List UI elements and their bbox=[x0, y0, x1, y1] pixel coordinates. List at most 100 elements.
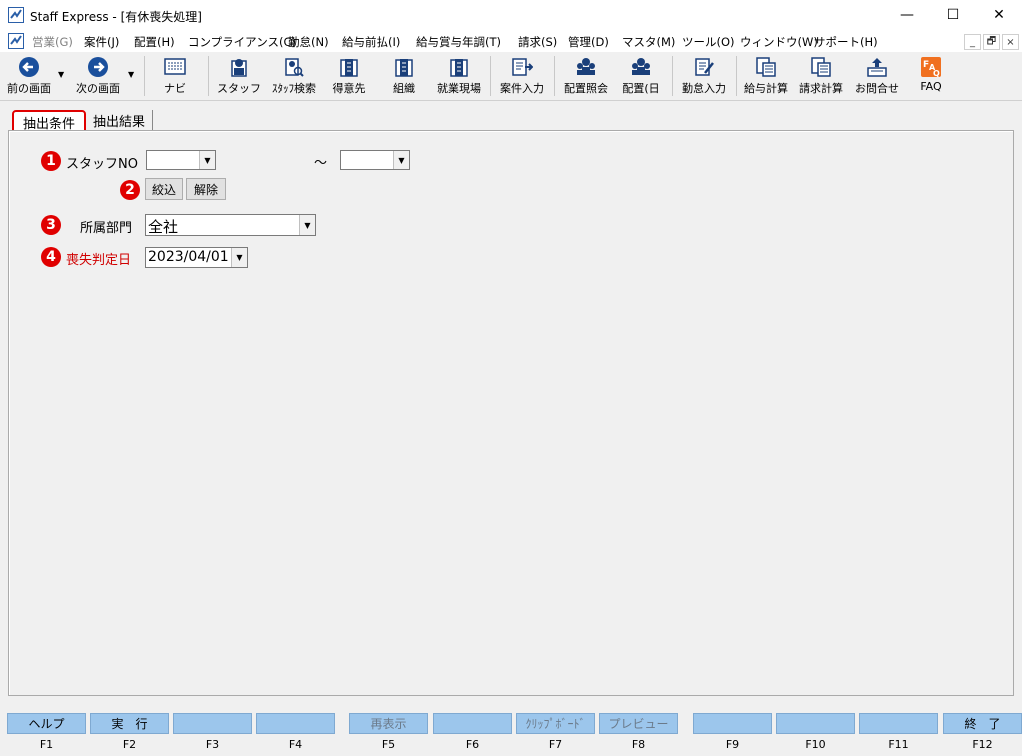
menu-window[interactable]: ウィンドウ(W) bbox=[740, 34, 818, 50]
staff-search-button[interactable]: ｽﾀｯﾌ検索 bbox=[266, 54, 322, 98]
billing-label: 請求計算 bbox=[799, 82, 843, 95]
f4-button[interactable] bbox=[256, 713, 335, 734]
f3-key-label: F3 bbox=[205, 738, 220, 751]
f8-preview-button[interactable]: プレビュー bbox=[599, 713, 678, 734]
staff-label: スタッフ bbox=[217, 82, 261, 95]
f12-exit-button[interactable]: 終 了 bbox=[943, 713, 1022, 734]
menu-project[interactable]: 案件(J) bbox=[84, 34, 119, 50]
loss-date-value: 2023/04/01 bbox=[148, 249, 229, 265]
department-select[interactable]: 全社 ▼ bbox=[145, 214, 316, 236]
client-icon bbox=[338, 57, 360, 77]
placement-inquiry-icon bbox=[575, 57, 597, 77]
mdi-close-button[interactable]: × bbox=[1002, 34, 1019, 50]
staff-no-from-select[interactable]: ▼ bbox=[146, 150, 216, 170]
chevron-down-icon[interactable]: ▼ bbox=[199, 151, 215, 169]
menu-master[interactable]: マスタ(M) bbox=[622, 34, 675, 50]
menu-advance-pay[interactable]: 給与前払(I) bbox=[342, 34, 400, 50]
chevron-down-icon[interactable]: ▼ bbox=[393, 151, 409, 169]
toolbar-separator bbox=[736, 56, 737, 96]
chevron-down-icon[interactable]: ▼ bbox=[231, 248, 247, 267]
marker-2: 2 bbox=[120, 180, 140, 200]
menu-attendance[interactable]: 勤怠(N) bbox=[288, 34, 329, 50]
worksite-label: 就業現場 bbox=[437, 82, 481, 95]
staff-search-label: ｽﾀｯﾌ検索 bbox=[272, 82, 316, 95]
organization-button[interactable]: 組織 bbox=[380, 54, 428, 98]
back-arrow-icon bbox=[18, 57, 40, 77]
range-separator: ～ bbox=[314, 156, 328, 171]
menu-sales[interactable]: 営業(G) bbox=[32, 34, 73, 50]
f1-key-label: F1 bbox=[39, 738, 54, 751]
f10-button[interactable] bbox=[776, 713, 855, 734]
forward-dropdown-icon[interactable]: ▼ bbox=[128, 70, 134, 79]
tab-extraction-results[interactable]: 抽出結果 bbox=[86, 110, 153, 130]
inquiry-icon bbox=[866, 57, 888, 77]
forward-arrow-icon bbox=[87, 57, 109, 77]
f9-button[interactable] bbox=[693, 713, 772, 734]
minimize-button[interactable]: — bbox=[884, 0, 930, 30]
menu-placement[interactable]: 配置(H) bbox=[134, 34, 175, 50]
mdi-restore-button[interactable]: 🗗 bbox=[983, 34, 1000, 50]
forward-button[interactable]: 次の画面 bbox=[72, 54, 124, 98]
payroll-button[interactable]: 給与計算 bbox=[740, 54, 792, 98]
staff-no-to-select[interactable]: ▼ bbox=[340, 150, 410, 170]
loss-date-picker[interactable]: 2023/04/01 ▼ bbox=[145, 247, 248, 268]
project-entry-icon bbox=[511, 57, 533, 77]
billing-icon bbox=[810, 57, 832, 77]
f11-button[interactable] bbox=[859, 713, 938, 734]
menu-billing[interactable]: 請求(S) bbox=[518, 34, 557, 50]
toolbar-separator bbox=[208, 56, 209, 96]
mdi-minimize-button[interactable]: _ bbox=[964, 34, 981, 50]
svg-text:Q: Q bbox=[933, 69, 940, 78]
f3-button[interactable] bbox=[173, 713, 252, 734]
forward-label: 次の画面 bbox=[76, 82, 120, 95]
attendance-entry-button[interactable]: 勤怠入力 bbox=[676, 54, 732, 98]
f5-refresh-button[interactable]: 再表示 bbox=[349, 713, 428, 734]
staff-search-icon bbox=[283, 57, 305, 77]
f11-key-label: F11 bbox=[888, 738, 909, 751]
f7-key-label: F7 bbox=[548, 738, 563, 751]
organization-label: 組織 bbox=[393, 82, 415, 95]
placement-inquiry-button[interactable]: 配置照会 bbox=[558, 54, 614, 98]
payroll-label: 給与計算 bbox=[744, 82, 788, 95]
inquiry-button[interactable]: お問合せ bbox=[850, 54, 904, 98]
f8-key-label: F8 bbox=[631, 738, 646, 751]
organization-icon bbox=[393, 57, 415, 77]
placement-daily-label: 配置(日 bbox=[622, 82, 660, 95]
chevron-down-icon[interactable]: ▼ bbox=[299, 215, 315, 235]
maximize-button[interactable]: ☐ bbox=[930, 0, 976, 30]
f1-help-button[interactable]: ヘルプ bbox=[7, 713, 86, 734]
worksite-icon bbox=[448, 57, 470, 77]
staff-no-label: スタッフNO bbox=[66, 157, 138, 172]
marker-4: 4 bbox=[41, 247, 61, 267]
billing-button[interactable]: 請求計算 bbox=[794, 54, 848, 98]
placement-daily-button[interactable]: 配置(日 bbox=[616, 54, 666, 98]
menu-payroll[interactable]: 給与賞与年調(T) bbox=[416, 34, 501, 50]
navi-label: ナビ bbox=[164, 82, 186, 95]
back-button[interactable]: 前の画面 bbox=[4, 54, 54, 98]
mdi-document-icon[interactable] bbox=[8, 33, 24, 49]
menu-tools[interactable]: ツール(O) bbox=[682, 34, 735, 50]
inquiry-label: お問合せ bbox=[855, 82, 899, 95]
menu-support[interactable]: サポート(H) bbox=[814, 34, 878, 50]
clear-button[interactable]: 解除 bbox=[186, 178, 226, 200]
client-button[interactable]: 得意先 bbox=[324, 54, 374, 98]
f5-key-label: F5 bbox=[381, 738, 396, 751]
project-entry-button[interactable]: 案件入力 bbox=[494, 54, 550, 98]
attendance-entry-label: 勤怠入力 bbox=[682, 82, 726, 95]
back-dropdown-icon[interactable]: ▼ bbox=[58, 70, 64, 79]
filter-button[interactable]: 絞込 bbox=[145, 178, 183, 200]
placement-inquiry-label: 配置照会 bbox=[564, 82, 608, 95]
f6-button[interactable] bbox=[433, 713, 512, 734]
menu-compliance[interactable]: コンプライアンス(C) bbox=[188, 34, 296, 50]
worksite-button[interactable]: 就業現場 bbox=[432, 54, 486, 98]
navi-button[interactable]: ナビ bbox=[152, 54, 198, 98]
f10-key-label: F10 bbox=[805, 738, 826, 751]
faq-button[interactable]: FAQ FAQ bbox=[908, 54, 954, 98]
menu-admin[interactable]: 管理(D) bbox=[568, 34, 609, 50]
staff-button[interactable]: スタッフ bbox=[214, 54, 264, 98]
loss-date-label: 喪失判定日 bbox=[66, 253, 132, 268]
close-button[interactable]: ✕ bbox=[976, 0, 1022, 30]
f7-clipboard-button[interactable]: ｸﾘｯﾌﾟﾎﾞｰﾄﾞ bbox=[516, 713, 595, 734]
f2-execute-button[interactable]: 実 行 bbox=[90, 713, 169, 734]
attendance-entry-icon bbox=[693, 57, 715, 77]
